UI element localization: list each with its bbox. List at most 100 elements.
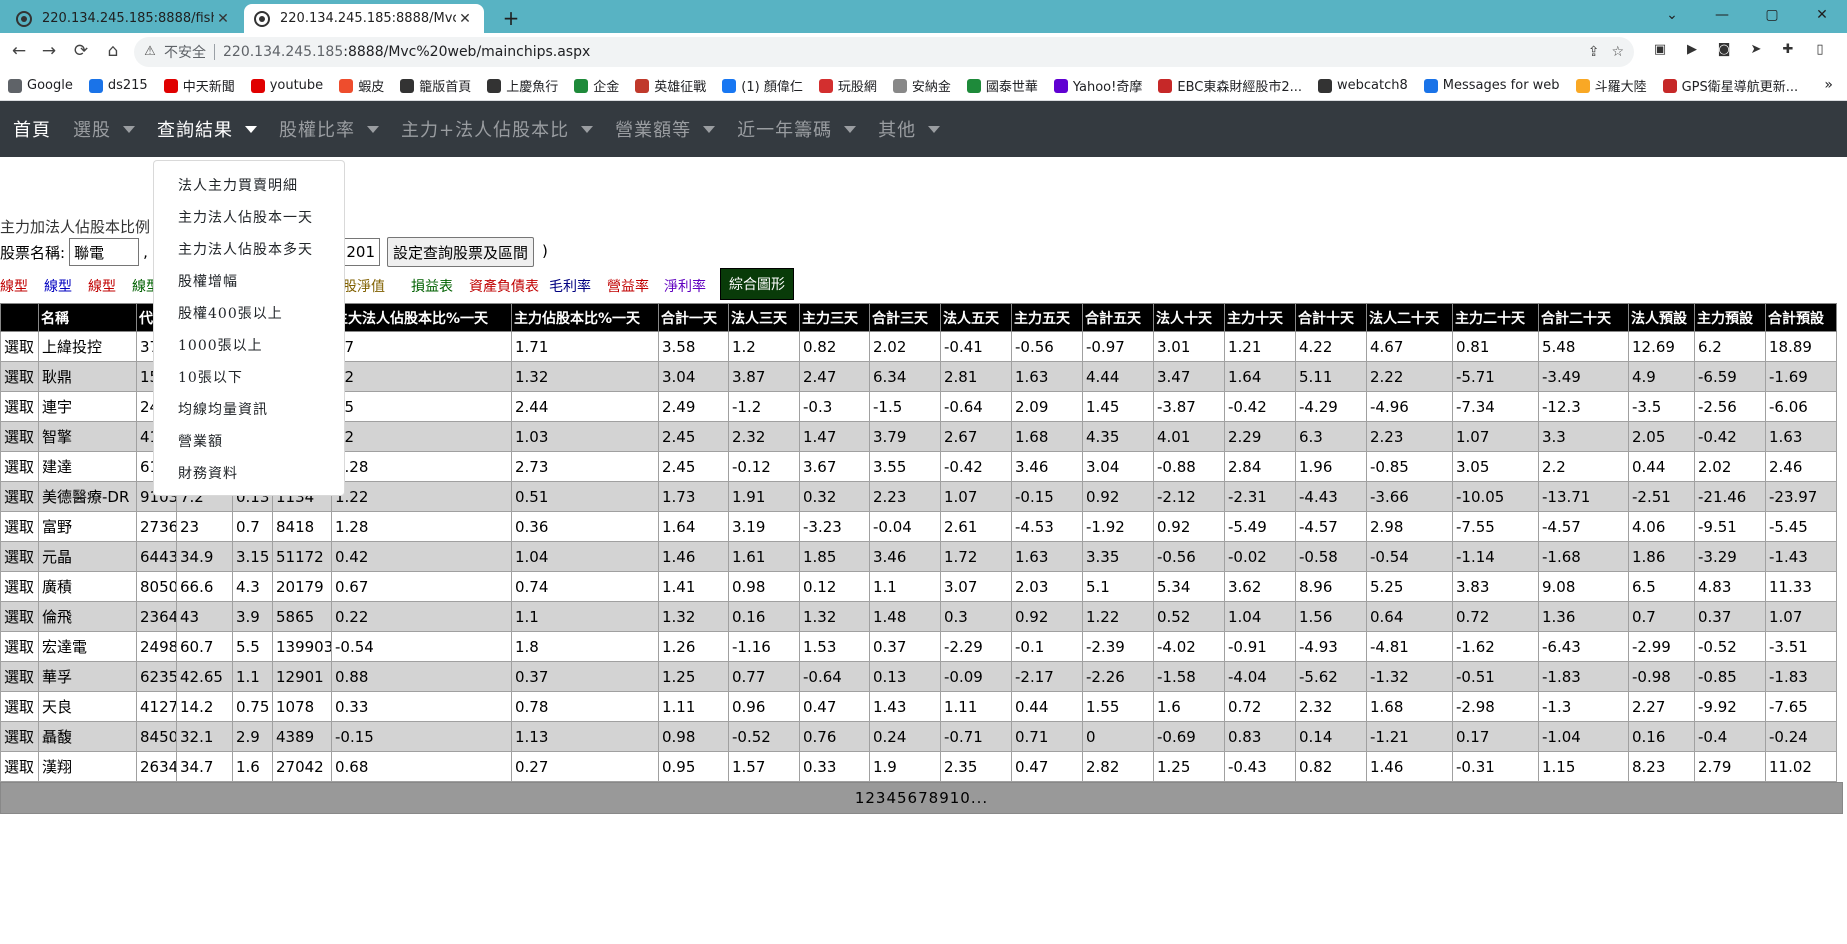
warning-icon[interactable]: ⚠ (142, 44, 158, 60)
nav-equity-ratio[interactable]: 股權比率 (279, 116, 379, 142)
select-link[interactable]: 選取 (0, 421, 39, 452)
close-icon[interactable]: ✕ (456, 11, 474, 27)
bookmark-item[interactable]: Messages for web (1423, 78, 1560, 93)
select-link[interactable]: 選取 (0, 721, 39, 752)
forward-icon[interactable]: → (36, 38, 62, 64)
browser-tab-1[interactable]: 220.134.245.185:8888/fishnew/ ✕ (6, 4, 242, 33)
nav-yearly-chips[interactable]: 近一年籌碼 (737, 116, 857, 142)
column-header[interactable]: 合計五天 (1082, 303, 1154, 332)
chart-link[interactable]: 資產負債表 (469, 276, 539, 296)
chart-link[interactable]: 線型 (88, 276, 116, 296)
select-link[interactable]: 選取 (0, 571, 39, 602)
nav-revenue[interactable]: 營業額等 (615, 116, 716, 142)
pager[interactable]: 12345678910... (0, 782, 1843, 814)
combined-chart-button[interactable]: 綜合圖形 (720, 268, 794, 300)
puzzle-icon[interactable]: ✚ (1778, 40, 1798, 60)
column-header[interactable]: 法人三天 (728, 303, 800, 332)
dropdown-item[interactable]: 主力法人佔股本一天 (154, 203, 344, 235)
star-icon[interactable]: ☆ (1611, 44, 1624, 60)
dropdown-item[interactable]: 均線均量資訊 (154, 395, 344, 427)
column-header[interactable]: 主力二十天 (1452, 303, 1539, 332)
column-header[interactable]: 主力十天 (1224, 303, 1296, 332)
select-link[interactable]: 選取 (0, 631, 39, 662)
select-link[interactable]: 選取 (0, 331, 39, 362)
extension-icon[interactable]: ▣ (1650, 40, 1670, 60)
select-link[interactable]: 選取 (0, 361, 39, 392)
bookmark-item[interactable]: 中天新聞 (163, 76, 235, 95)
select-link[interactable]: 選取 (0, 661, 39, 692)
tab-search-icon[interactable]: ⌄ (1647, 0, 1697, 33)
maximize-icon[interactable]: ▢ (1747, 0, 1797, 33)
bookmark-item[interactable]: 籠版首頁 (400, 76, 471, 95)
column-header[interactable]: 主大法人佔股本比%一天 (331, 303, 512, 332)
column-header[interactable]: 合計十天 (1295, 303, 1367, 332)
dropdown-item[interactable]: 法人主力買賣明細 (154, 171, 344, 203)
extension-icon[interactable]: ➤ (1746, 40, 1766, 60)
sidebar-icon[interactable]: ▯ (1810, 40, 1830, 60)
dropdown-item[interactable]: 股權400張以上 (154, 299, 344, 331)
column-header[interactable]: 法人十天 (1153, 303, 1225, 332)
select-link[interactable]: 選取 (0, 511, 39, 542)
reload-icon[interactable]: ⟳ (68, 38, 94, 64)
column-header[interactable]: 法人預設 (1628, 303, 1695, 332)
select-link[interactable]: 選取 (0, 541, 39, 572)
bookmark-item[interactable]: EBC東森財經股市2... (1158, 76, 1302, 95)
close-window-icon[interactable]: ✕ (1797, 0, 1847, 33)
minimize-icon[interactable]: — (1697, 0, 1747, 33)
chart-link[interactable]: 線型 (44, 276, 72, 296)
bookmark-item[interactable]: youtube (250, 78, 323, 93)
close-icon[interactable]: ✕ (214, 11, 232, 27)
back-icon[interactable]: ← (6, 38, 32, 64)
column-header[interactable]: 合計二十天 (1538, 303, 1629, 332)
chart-link[interactable]: 毛利率 (549, 276, 591, 296)
dropdown-item[interactable]: 財務資料 (154, 459, 344, 491)
extension-icon[interactable]: ◙ (1714, 40, 1734, 60)
dropdown-item[interactable]: 營業額 (154, 427, 344, 459)
chart-link[interactable]: 線型 (0, 276, 28, 296)
share-icon[interactable]: ⇪ (1588, 44, 1600, 60)
column-header[interactable]: 主力預設 (1694, 303, 1766, 332)
column-header[interactable]: 合計一天 (658, 303, 729, 332)
bookmark-item[interactable]: 玩股網 (818, 76, 877, 95)
select-link[interactable]: 選取 (0, 751, 39, 782)
chart-link[interactable]: 損益表 (411, 276, 453, 296)
nav-query-results[interactable]: 查詢結果 (157, 116, 257, 142)
dropdown-item[interactable]: 股權增幅 (154, 267, 344, 299)
nav-stock-select[interactable]: 選股 (73, 116, 135, 142)
dropdown-item[interactable]: 主力法人佔股本多天 (154, 235, 344, 267)
column-header[interactable] (0, 303, 39, 332)
bookmarks-overflow-icon[interactable]: » (1824, 77, 1833, 93)
column-header[interactable]: 法人二十天 (1366, 303, 1453, 332)
bookmark-item[interactable]: webcatch8 (1318, 78, 1408, 93)
bookmark-item[interactable]: Google (8, 78, 73, 93)
bookmark-item[interactable]: Yahoo!奇摩 (1053, 76, 1142, 95)
bookmark-item[interactable]: ds215 (88, 78, 148, 93)
bookmark-item[interactable]: 蝦皮 (339, 76, 384, 95)
dropdown-item[interactable]: 1000張以上 (154, 331, 344, 363)
column-header[interactable]: 合計預設 (1765, 303, 1837, 332)
nav-main-institutional[interactable]: 主力+法人佔股本比 (401, 116, 594, 142)
select-link[interactable]: 選取 (0, 451, 39, 482)
nav-other[interactable]: 其他 (878, 116, 941, 142)
new-tab-button[interactable]: + (497, 4, 525, 32)
bookmark-item[interactable]: 安納金 (892, 76, 951, 95)
select-link[interactable]: 選取 (0, 691, 39, 722)
bookmark-item[interactable]: 上慶魚行 (487, 76, 558, 95)
column-header[interactable]: 主力三天 (799, 303, 870, 332)
address-bar[interactable]: ⚠ 不安全 220.134.245.185:8888/Mvc%20web/mai… (134, 37, 1634, 67)
bookmark-item[interactable]: 國泰世華 (966, 76, 1038, 95)
bookmark-item[interactable]: 斗羅大陸 (1575, 76, 1647, 95)
bookmark-item[interactable]: 英雄征戰 (635, 76, 706, 95)
home-icon[interactable]: ⌂ (100, 38, 126, 64)
bookmark-item[interactable]: GPS衛星導航更新... (1662, 76, 1798, 95)
chart-link[interactable]: 淨利率 (664, 276, 706, 296)
set-query-button[interactable]: 設定查詢股票及區間 (387, 237, 535, 267)
column-header[interactable]: 法人五天 (940, 303, 1012, 332)
chart-link[interactable]: 營益率 (607, 276, 649, 296)
column-header[interactable]: 主力五天 (1011, 303, 1083, 332)
url-text[interactable]: 220.134.245.185:8888/Mvc%20web/mainchips… (223, 44, 590, 60)
nav-home[interactable]: 首頁 (13, 116, 51, 142)
dropdown-item[interactable]: 10張以下 (154, 363, 344, 395)
security-label[interactable]: 不安全 (164, 42, 206, 62)
bookmark-item[interactable]: 企金 (574, 76, 619, 95)
